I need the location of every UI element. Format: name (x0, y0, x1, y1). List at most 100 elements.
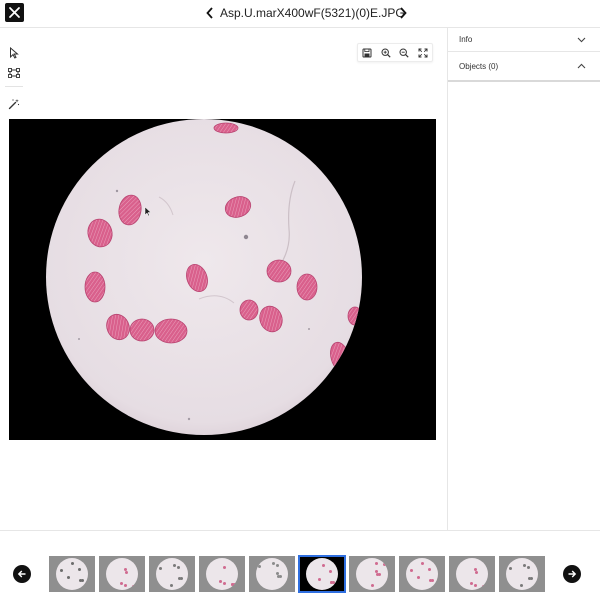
chevron-left-icon (206, 7, 213, 19)
thumbnail-particle (132, 585, 135, 588)
thumbnail-particle (125, 571, 128, 574)
info-section-toggle[interactable]: Info (448, 28, 600, 52)
zoom-in-icon (381, 47, 391, 58)
next-page-button[interactable] (563, 565, 581, 583)
previous-image-button[interactable] (203, 5, 217, 21)
thumbnail-10[interactable] (499, 556, 545, 592)
thumbnail-image (206, 558, 238, 590)
thumbnail-particle (223, 582, 226, 585)
thumbnail-particle (509, 567, 512, 570)
magic-wand-icon (8, 99, 20, 110)
chevron-down-icon (577, 37, 586, 42)
thumbnail-particle (219, 580, 222, 583)
thumbnail-1[interactable] (49, 556, 95, 592)
thumbnail-particle (376, 573, 379, 576)
close-icon (9, 7, 20, 18)
thumbnail-particle (528, 577, 531, 580)
thumbnail-particle (330, 581, 333, 584)
thumbnail-list (49, 555, 545, 593)
zoom-in-button[interactable] (377, 44, 396, 61)
thumbnail-9[interactable] (449, 556, 495, 592)
thumbnail-particle (178, 577, 181, 580)
thumbnail-particle (71, 562, 74, 565)
thumbnail-particle (78, 568, 81, 571)
thumbnail-image (406, 558, 438, 590)
thumbnail-particle (124, 584, 127, 587)
save-icon (362, 48, 372, 57)
next-image-button[interactable] (396, 5, 410, 21)
thumbnail-particle (329, 570, 332, 573)
thumbnail-particle (79, 579, 82, 582)
close-button[interactable] (5, 3, 24, 22)
microscope-image (9, 119, 436, 440)
previous-page-button[interactable] (13, 565, 31, 583)
select-tool-button[interactable] (4, 44, 24, 62)
thumbnail-particle (421, 562, 424, 565)
thumbnail-particle (375, 562, 378, 565)
image-canvas[interactable] (9, 119, 436, 440)
thumbnail-image (56, 558, 88, 590)
annotation-toolbar (4, 44, 24, 115)
thumbnail-image (156, 558, 188, 590)
thumbnail-image (306, 558, 338, 590)
info-section-label: Info (459, 35, 473, 44)
thumbnail-2[interactable] (99, 556, 145, 592)
details-panel: Info Objects (0) (447, 28, 600, 530)
thumbnail-particle (523, 564, 526, 567)
thumbnail-particle (527, 566, 530, 569)
thumbnail-particle (470, 582, 473, 585)
thumbnail-7[interactable] (349, 556, 395, 592)
thumbnail-particle (371, 584, 374, 587)
thumbnail-particle (410, 569, 413, 572)
thumbnail-particle (60, 569, 63, 572)
fit-to-screen-button[interactable] (414, 44, 433, 61)
thumbnail-particle (474, 584, 477, 587)
top-bar: Asp.U.marX400wF(5321)(0)E.JPG (0, 0, 600, 28)
thumbnail-particle (67, 576, 70, 579)
arrow-left-icon (17, 570, 26, 578)
zoom-out-button[interactable] (395, 44, 414, 61)
bounding-box-tool-button[interactable] (4, 64, 24, 82)
thumbnail-particle (520, 584, 523, 587)
thumbnail-particle (276, 564, 279, 567)
thumbnail-5[interactable] (249, 556, 295, 592)
thumbnail-particle (458, 585, 461, 588)
thumbnail-strip (0, 530, 600, 609)
thumbnail-3[interactable] (149, 556, 195, 592)
thumbnail-particle (318, 578, 321, 581)
objects-section-label: Objects (0) (459, 61, 499, 71)
thumbnail-particle (159, 567, 162, 570)
magic-wand-tool-button[interactable] (4, 95, 24, 113)
zoom-out-icon (399, 47, 409, 58)
toolbar-divider (5, 86, 23, 87)
thumbnail-image (506, 558, 538, 590)
thumbnail-particle (322, 564, 325, 567)
save-button[interactable] (358, 44, 377, 61)
arrow-right-icon (568, 570, 577, 578)
thumbnail-image (456, 558, 488, 590)
objects-section-toggle[interactable]: Objects (0) (448, 52, 600, 82)
thumbnail-particle (482, 585, 485, 588)
thumbnail-particle (173, 564, 176, 567)
thumbnail-particle (428, 568, 431, 571)
thumbnail-particle (272, 562, 275, 565)
bounding-box-icon (8, 68, 20, 78)
thumbnail-particle (108, 585, 111, 588)
chevron-up-icon (577, 63, 586, 69)
thumbnail-particle (177, 566, 180, 569)
thumbnail-particle (277, 575, 280, 578)
thumbnail-image (256, 558, 288, 590)
thumbnail-8[interactable] (399, 556, 445, 592)
thumbnail-particle (429, 579, 432, 582)
thumbnail-6[interactable] (298, 555, 346, 593)
pointer-icon (10, 47, 19, 59)
chevron-right-icon (400, 7, 407, 19)
thumbnail-4[interactable] (199, 556, 245, 592)
thumbnail-particle (383, 563, 386, 566)
thumbnail-particle (417, 576, 420, 579)
view-toolbar (357, 43, 433, 62)
thumbnail-particle (120, 582, 123, 585)
file-title: Asp.U.marX400wF(5321)(0)E.JPG (220, 6, 405, 20)
thumbnail-particle (258, 565, 261, 568)
thumbnail-image (356, 558, 388, 590)
